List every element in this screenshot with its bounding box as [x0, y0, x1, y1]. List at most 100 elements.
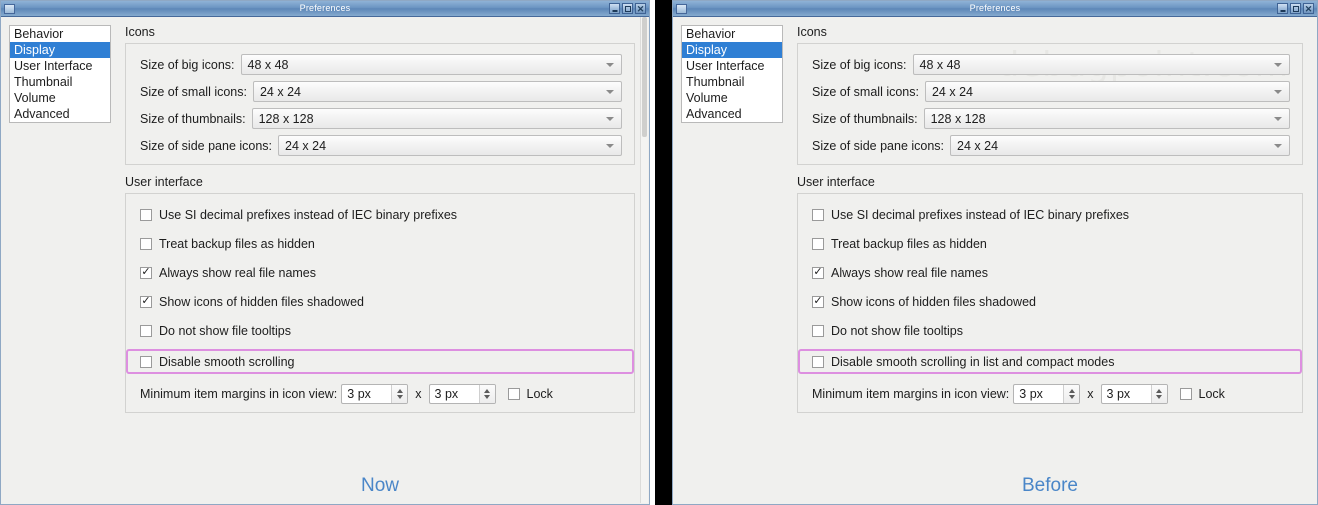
margin-x-spin-buttons[interactable] [1063, 385, 1079, 403]
margin-x-spin-buttons[interactable] [391, 385, 407, 403]
sidebar-item-display[interactable]: Display [682, 42, 782, 58]
checkbox-row-disable-smooth-scrolling[interactable]: Disable smooth scrolling in list and com… [798, 349, 1302, 374]
arrow-up-icon[interactable] [397, 389, 403, 393]
window-menu-icon[interactable] [4, 4, 15, 14]
margin-x-value[interactable]: 3 px [342, 385, 391, 403]
sidebar-item-volume[interactable]: Volume [682, 90, 782, 106]
combo-size-side-pane-icons[interactable]: 24 x 24 [950, 135, 1290, 156]
margin-y-stepper[interactable]: 3 px [1101, 384, 1168, 404]
margin-y-stepper[interactable]: 3 px [429, 384, 496, 404]
checkbox-row-no-tooltips[interactable]: Do not show file tooltips [126, 320, 634, 341]
close-button[interactable]: ✕ [1303, 3, 1314, 14]
close-button[interactable]: ✕ [635, 3, 646, 14]
maximize-button[interactable] [622, 3, 633, 14]
margin-x-value[interactable]: 3 px [1014, 385, 1063, 403]
label-size-big-icons: Size of big icons: [140, 58, 235, 72]
margin-x-stepper[interactable]: 3 px [341, 384, 408, 404]
label-size-side-pane-icons: Size of side pane icons: [140, 139, 272, 153]
margin-y-value[interactable]: 3 px [1102, 385, 1151, 403]
checkbox-row-hidden-shadowed[interactable]: Show icons of hidden files shadowed [126, 291, 634, 312]
label-size-thumbnails: Size of thumbnails: [140, 112, 246, 126]
checkbox-icon[interactable] [140, 209, 152, 221]
preferences-window-before: Preferences ✕ Behavior Display User Inte… [672, 0, 1318, 505]
margin-x-stepper[interactable]: 3 px [1013, 384, 1080, 404]
lock-checkbox-wrap[interactable]: Lock [1180, 387, 1225, 401]
titlebar-before[interactable]: Preferences ✕ [673, 1, 1317, 17]
ui-section-title: User interface [797, 175, 1303, 189]
scrollbar-thumb[interactable] [642, 17, 647, 137]
sidebar-item-advanced[interactable]: Advanced [10, 106, 110, 122]
checkbox-icon[interactable] [812, 267, 824, 279]
sidebar-before[interactable]: Behavior Display User Interface Thumbnai… [681, 25, 783, 123]
sidebar-item-thumbnail[interactable]: Thumbnail [10, 74, 110, 90]
maximize-icon [1293, 6, 1299, 12]
sidebar-now[interactable]: Behavior Display User Interface Thumbnai… [9, 25, 111, 123]
checkbox-icon[interactable] [812, 325, 824, 337]
sidebar-item-behavior[interactable]: Behavior [682, 26, 782, 42]
window-menu-icon[interactable] [676, 4, 687, 14]
checkbox-row-si-prefixes[interactable]: Use SI decimal prefixes instead of IEC b… [798, 204, 1302, 225]
sidebar-item-thumbnail[interactable]: Thumbnail [682, 74, 782, 90]
checkbox-icon[interactable] [812, 238, 824, 250]
combo-size-side-pane-icons[interactable]: 24 x 24 [278, 135, 622, 156]
margin-y-value[interactable]: 3 px [430, 385, 479, 403]
checkbox-icon[interactable] [140, 267, 152, 279]
window-body-before: Behavior Display User Interface Thumbnai… [673, 17, 1317, 505]
checkbox-row-no-tooltips[interactable]: Do not show file tooltips [798, 320, 1302, 341]
maximize-button[interactable] [1290, 3, 1301, 14]
checkbox-row-backup-hidden[interactable]: Treat backup files as hidden [126, 233, 634, 254]
minimize-button[interactable] [609, 3, 620, 14]
margin-separator: x [415, 387, 421, 401]
arrow-up-icon[interactable] [1069, 389, 1075, 393]
checkbox-icon[interactable] [812, 356, 824, 368]
arrow-down-icon[interactable] [1069, 395, 1075, 399]
vertical-scrollbar-now[interactable] [640, 17, 648, 503]
minimum-margins-row: Minimum item margins in icon view: 3 px … [798, 384, 1302, 404]
label-size-side-pane-icons: Size of side pane icons: [812, 139, 944, 153]
arrow-down-icon[interactable] [484, 395, 490, 399]
sidebar-item-user-interface[interactable]: User Interface [10, 58, 110, 74]
checkbox-icon[interactable] [140, 238, 152, 250]
sidebar-item-advanced[interactable]: Advanced [682, 106, 782, 122]
checkbox-icon[interactable] [140, 325, 152, 337]
checkbox-label: Use SI decimal prefixes instead of IEC b… [831, 208, 1129, 222]
margin-y-spin-buttons[interactable] [479, 385, 495, 403]
margin-y-spin-buttons[interactable] [1151, 385, 1167, 403]
combo-size-thumbnails[interactable]: 128 x 128 [252, 108, 622, 129]
window-controls: ✕ [609, 3, 646, 14]
checkbox-row-disable-smooth-scrolling[interactable]: Disable smooth scrolling [126, 349, 634, 374]
checkbox-icon[interactable] [508, 388, 520, 400]
checkbox-icon[interactable] [1180, 388, 1192, 400]
checkbox-row-backup-hidden[interactable]: Treat backup files as hidden [798, 233, 1302, 254]
checkbox-label: Show icons of hidden files shadowed [159, 295, 364, 309]
checkbox-icon[interactable] [140, 356, 152, 368]
combo-size-big-icons[interactable]: 48 x 48 [241, 54, 623, 75]
checkbox-icon[interactable] [812, 209, 824, 221]
checkbox-label: Use SI decimal prefixes instead of IEC b… [159, 208, 457, 222]
arrow-up-icon[interactable] [484, 389, 490, 393]
minimize-button[interactable] [1277, 3, 1288, 14]
combo-size-small-icons[interactable]: 24 x 24 [253, 81, 622, 102]
combo-size-big-icons[interactable]: 48 x 48 [913, 54, 1291, 75]
checkbox-row-hidden-shadowed[interactable]: Show icons of hidden files shadowed [798, 291, 1302, 312]
checkbox-row-si-prefixes[interactable]: Use SI decimal prefixes instead of IEC b… [126, 204, 634, 225]
maximize-icon [625, 6, 631, 12]
combo-value: 128 x 128 [925, 112, 986, 126]
arrow-down-icon[interactable] [1156, 395, 1162, 399]
row-size-thumbnails: Size of thumbnails: 128 x 128 [126, 108, 634, 129]
sidebar-item-volume[interactable]: Volume [10, 90, 110, 106]
sidebar-item-display[interactable]: Display [10, 42, 110, 58]
titlebar-now[interactable]: Preferences ✕ [1, 1, 649, 17]
checkbox-row-real-file-names[interactable]: Always show real file names [126, 262, 634, 283]
combo-size-thumbnails[interactable]: 128 x 128 [924, 108, 1290, 129]
checkbox-icon[interactable] [812, 296, 824, 308]
arrow-down-icon[interactable] [397, 395, 403, 399]
checkbox-icon[interactable] [140, 296, 152, 308]
arrow-up-icon[interactable] [1156, 389, 1162, 393]
lock-checkbox-wrap[interactable]: Lock [508, 387, 553, 401]
combo-size-small-icons[interactable]: 24 x 24 [925, 81, 1290, 102]
sidebar-item-behavior[interactable]: Behavior [10, 26, 110, 42]
sidebar-item-user-interface[interactable]: User Interface [682, 58, 782, 74]
checkbox-label: Disable smooth scrolling in list and com… [831, 355, 1114, 369]
checkbox-row-real-file-names[interactable]: Always show real file names [798, 262, 1302, 283]
